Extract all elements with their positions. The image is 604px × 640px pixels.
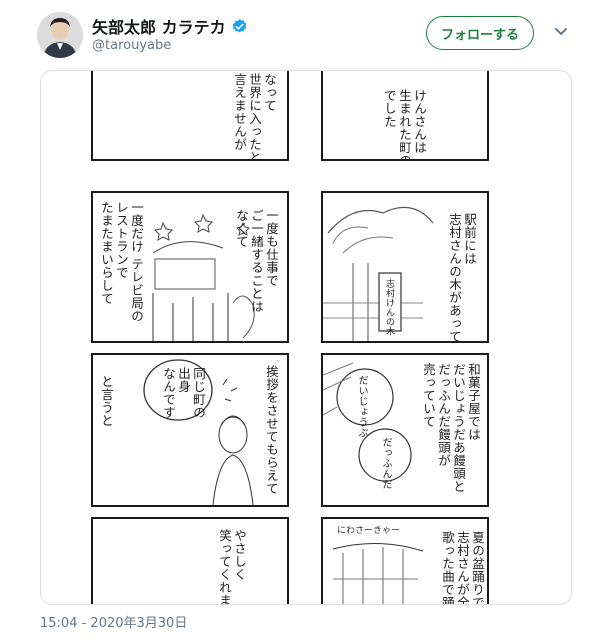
tweet-header: 矢部太郎 カラテカ @tarouyabe フォローする xyxy=(0,0,604,70)
tweet-image[interactable]: なって 世界に入ったとは 言えませんが けんさんは 生まれた町の でした 一度だ… xyxy=(40,70,572,605)
panel-text: と言うと xyxy=(99,375,114,427)
chevron-down-icon[interactable] xyxy=(552,22,570,40)
panel-text: やさしく 笑ってくれま xyxy=(217,529,247,605)
panel-text: けんさんは 生まれた町の でした xyxy=(382,89,427,161)
speech-bubble: 同じ町の 出身 なんです xyxy=(161,367,206,419)
panel-text: 夏の盆踊りで 志村さんが全 歌った曲で踊 xyxy=(440,531,485,605)
user-handle[interactable]: @tarouyabe xyxy=(92,38,171,53)
panel-text: 挨拶をさせてもらえて xyxy=(264,365,279,495)
display-name[interactable]: 矢部太郎 カラテカ xyxy=(92,14,226,38)
comic-panel-1-right: けんさんは 生まれた町の でした xyxy=(321,71,489,161)
panel-text: 一度も仕事で ご一緒することは なくて xyxy=(234,209,279,313)
tweet-timestamp[interactable]: 15:04 - 2020年3月30日 xyxy=(40,612,187,631)
comic-panel-3-left: 同じ町の 出身 なんです と言うと 挨拶をさせてもらえて xyxy=(91,353,289,507)
comic-panel-4-right: にわさーきゃー 夏の盆踊りで 志村さんが全 歌った曲で踊 xyxy=(321,517,489,605)
comic-panel-4-left: やさしく 笑ってくれま xyxy=(91,517,289,605)
panel-text: 駅前には 志村さんの木があって xyxy=(447,213,477,343)
display-name-row[interactable]: 矢部太郎 カラテカ xyxy=(92,14,248,38)
follow-button[interactable]: フォローする xyxy=(426,16,534,50)
manju-label: だっふんだ xyxy=(380,437,391,490)
comic-panel-2-right: 志村けんの木 駅前には 志村さんの木があって xyxy=(321,191,489,343)
lantern-banner-text: にわさーきゃー xyxy=(337,526,401,536)
panel-text: 和菓子屋では だいじょうだあ饅頭と だっふんだ饅頭が 売っていて xyxy=(421,363,481,493)
panel-text: 一度だけ テレビ局の レストランで たまたまいらして xyxy=(99,201,144,323)
avatar[interactable] xyxy=(37,12,83,58)
tree-sign-text: 志村けんの木 xyxy=(384,279,394,336)
comic-panel-2-left: 一度だけ テレビ局の レストランで たまたまいらして 一度も仕事で ご一緒するこ… xyxy=(91,191,289,343)
avatar-portrait xyxy=(37,12,83,58)
manju-label: だいじょうぶ xyxy=(356,375,367,438)
comic-panel-1-left: なって 世界に入ったとは 言えませんが xyxy=(91,71,289,161)
panel-text: なって 世界に入ったとは 言えませんが xyxy=(232,73,277,161)
comic-panel-3-right: だいじょうぶ だっふんだ 和菓子屋では だいじょうだあ饅頭と だっふんだ饅頭が … xyxy=(321,353,489,507)
verified-badge-icon xyxy=(232,18,246,32)
